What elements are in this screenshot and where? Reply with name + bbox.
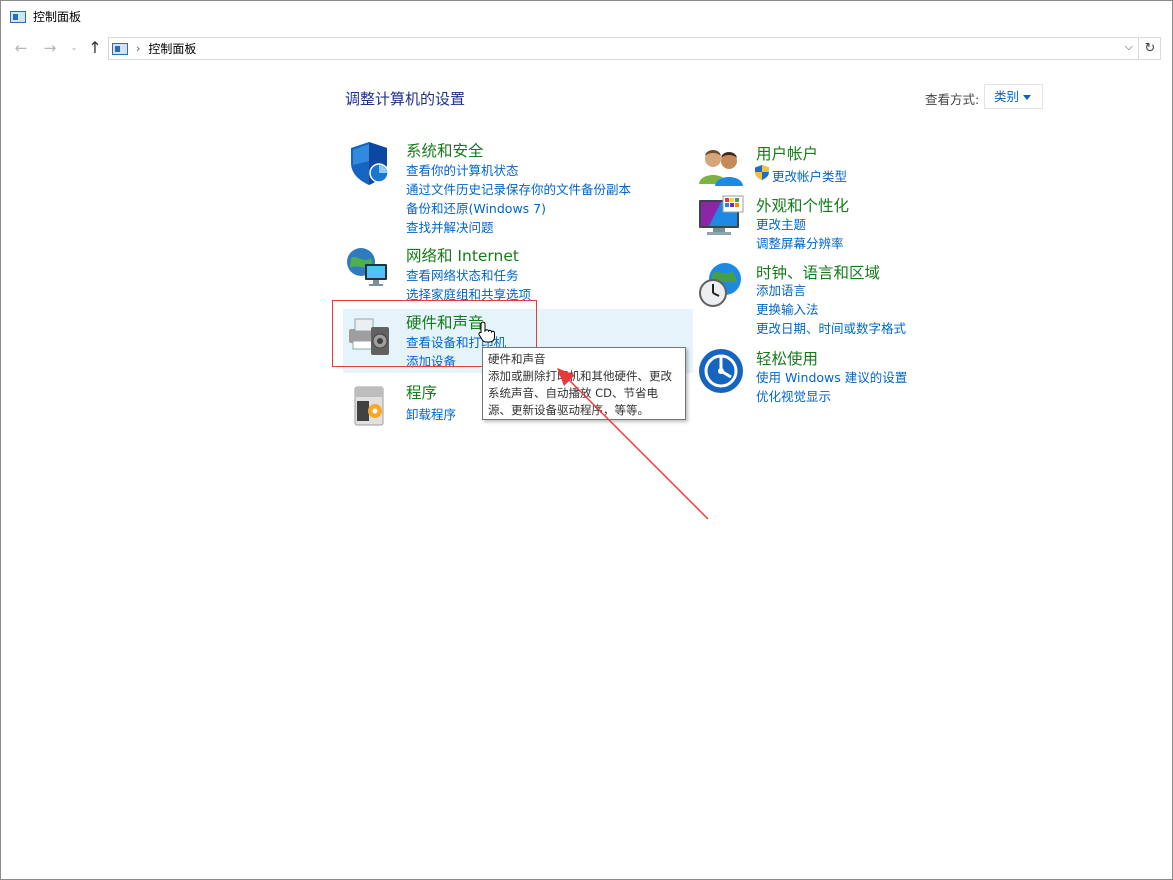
link-change-theme[interactable]: 更改主题: [756, 214, 806, 233]
breadcrumb-separator-icon[interactable]: ›: [136, 42, 140, 55]
tooltip-body: 添加或删除打印机和其他硬件、更改系统声音、自动播放 CD、节省电源、更新设备驱动…: [488, 369, 672, 417]
link-troubleshoot[interactable]: 查找并解决问题: [406, 217, 494, 236]
shield-icon[interactable]: [345, 139, 393, 187]
tooltip: 硬件和声音 添加或删除打印机和其他硬件、更改系统声音、自动播放 CD、节省电源、…: [482, 347, 686, 420]
category-title-ease-of-access[interactable]: 轻松使用: [756, 347, 818, 369]
hand-cursor-icon: [478, 321, 495, 343]
link-change-date-time-format[interactable]: 更改日期、时间或数字格式: [756, 318, 906, 337]
chevron-down-icon[interactable]: ⌵: [1125, 40, 1133, 54]
link-view-network-status[interactable]: 查看网络状态和任务: [406, 265, 519, 284]
forward-arrow-icon[interactable]: →: [40, 37, 60, 59]
link-uninstall-program[interactable]: 卸载程序: [406, 404, 456, 423]
category-title-user-accounts[interactable]: 用户帐户: [756, 142, 818, 164]
refresh-icon[interactable]: ↻: [1140, 37, 1161, 60]
ease-of-access-icon[interactable]: [697, 347, 745, 395]
link-change-account-type[interactable]: 更改帐户类型: [772, 166, 847, 185]
page-title: 调整计算机的设置: [345, 90, 466, 108]
address-bar[interactable]: › 控制面板 ⌵: [108, 37, 1139, 60]
users-icon[interactable]: [697, 142, 745, 190]
breadcrumb-control-panel[interactable]: 控制面板: [148, 40, 196, 57]
caret-down-icon: [1023, 95, 1031, 100]
view-by-value: 类别: [994, 89, 1020, 104]
window-title: 控制面板: [33, 10, 82, 24]
link-view-computer-status[interactable]: 查看你的计算机状态: [406, 160, 519, 179]
control-panel-window: 控制面板 ← → ⌄ ↑ › 控制面板 ⌵ ↻ 调整计算机的设置 查看方式: 类…: [0, 0, 1173, 880]
view-by-dropdown[interactable]: 类别: [984, 84, 1043, 109]
category-title-system-security[interactable]: 系统和安全: [406, 139, 484, 161]
navigation-bar: ← → ⌄ ↑ › 控制面板 ⌵ ↻: [1, 34, 1172, 62]
annotation-arrow: [557, 368, 709, 520]
category-title-programs[interactable]: 程序: [406, 381, 437, 403]
clock-globe-icon[interactable]: [697, 261, 745, 309]
category-title-network-internet[interactable]: 网络和 Internet: [406, 244, 519, 266]
category-title-appearance[interactable]: 外观和个性化: [756, 194, 849, 216]
recent-locations-chevron-icon[interactable]: ⌄: [64, 37, 84, 59]
control-panel-icon: [10, 10, 26, 23]
link-recommended-settings[interactable]: 使用 Windows 建议的设置: [756, 367, 907, 386]
tooltip-title: 硬件和声音: [488, 352, 546, 366]
back-arrow-icon[interactable]: ←: [11, 37, 31, 59]
view-by-label: 查看方式:: [925, 92, 980, 107]
link-change-input-method[interactable]: 更换输入法: [756, 299, 819, 318]
network-globe-icon[interactable]: [345, 244, 393, 292]
link-adjust-resolution[interactable]: 调整屏幕分辨率: [756, 233, 844, 252]
link-add-language[interactable]: 添加语言: [756, 280, 806, 299]
uac-shield-icon: [755, 165, 769, 180]
up-arrow-icon[interactable]: ↑: [85, 37, 105, 59]
link-backup-restore[interactable]: 备份和还原(Windows 7): [406, 198, 546, 217]
monitor-palette-icon[interactable]: [697, 194, 745, 242]
link-optimize-visual-display[interactable]: 优化视觉显示: [756, 386, 831, 405]
title-bar: 控制面板: [1, 1, 1172, 32]
link-file-history-backup[interactable]: 通过文件历史记录保存你的文件备份副本: [406, 179, 631, 198]
programs-box-icon[interactable]: [345, 381, 393, 429]
control-panel-icon: [112, 42, 128, 55]
